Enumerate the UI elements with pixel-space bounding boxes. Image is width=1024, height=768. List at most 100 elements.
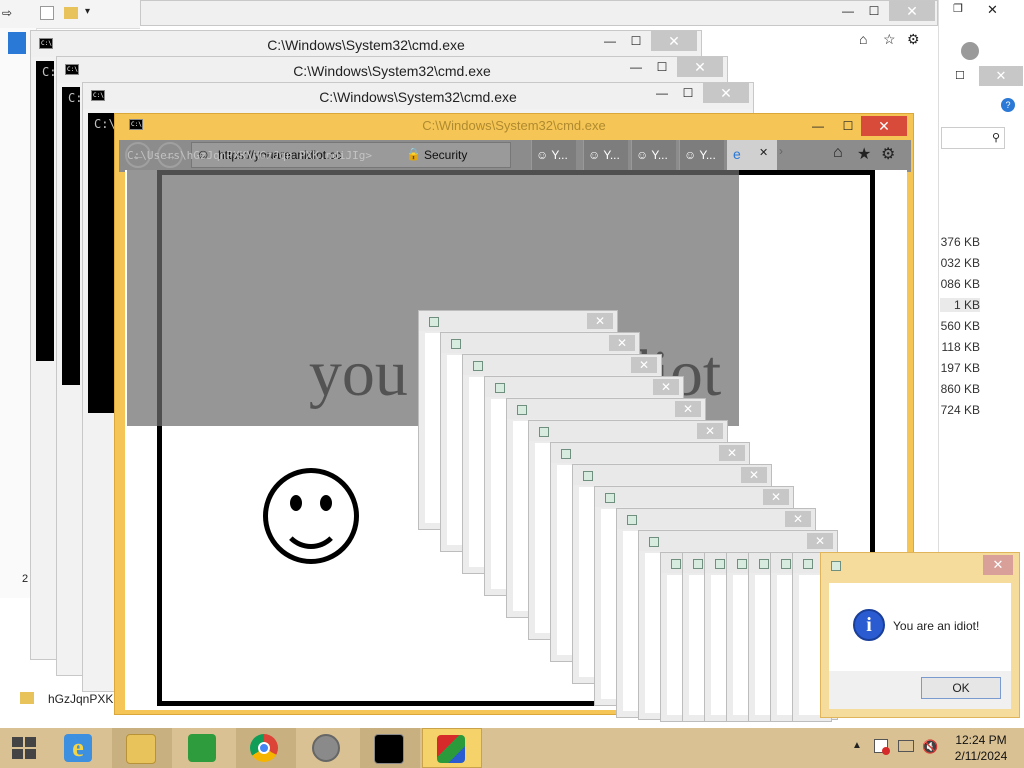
popup-titlebar: ✕ [617,509,815,529]
minimize-button[interactable]: — [805,116,831,136]
titlebar: C:\ C:\Windows\System32\cmd.exe — ☐ ✕ [83,83,753,109]
chevron-down-icon[interactable]: ▾ [85,6,90,17]
close-button[interactable]: ✕ [703,83,749,103]
chrome-center [258,742,270,754]
tab-favicon-icon: ☺ [588,148,601,162]
action-center-icon[interactable] [874,739,890,755]
close-button[interactable]: ✕ [675,401,701,417]
network-icon[interactable] [898,740,914,752]
app-icon [627,515,637,525]
close-button[interactable]: ✕ [677,57,723,77]
ie-tab-icon: e [733,146,741,162]
close-button[interactable]: ✕ [741,467,767,483]
cmd-console[interactable]: C:\ [62,87,90,385]
restore-button[interactable]: ❐ [953,2,963,15]
close-button[interactable]: ✕ [889,1,935,21]
folder-icon[interactable] [64,7,78,19]
properties-icon[interactable] [40,6,54,20]
home-icon[interactable]: ⌂ [833,144,843,162]
star-icon[interactable]: ★ [857,144,871,164]
star-icon[interactable]: ☆ [883,31,896,48]
cmd-console[interactable]: C:\ [36,61,64,361]
browser-tab[interactable]: ☺ Y... [531,140,576,170]
alert-badge [882,747,890,755]
active-tab[interactable]: e ✕ [727,140,777,170]
maximize-button[interactable]: ☐ [861,1,887,21]
taskbar-app[interactable] [422,728,482,768]
minimize-button[interactable]: — [649,83,675,103]
file-size: 197 KB [940,361,980,375]
popup-titlebar: ✕ [441,333,639,353]
app-icon [473,361,483,371]
info-icon: i [853,609,885,641]
tab-label: Y... [551,148,568,162]
app-icon [495,383,505,393]
chrome-icon [250,734,278,762]
gear-icon[interactable]: ⚙ [907,31,920,48]
taskbar-store[interactable] [174,728,234,768]
message-dialog[interactable]: ✕ i You are an idiot! OK [820,552,1020,718]
file-size: 1 KB [940,298,980,312]
app-icon [715,559,725,569]
close-button[interactable]: ✕ [807,533,833,549]
close-button[interactable]: ✕ [979,66,1023,86]
gear-icon[interactable]: ⚙ [881,144,895,164]
search-box[interactable]: ⚲ [941,127,1005,149]
taskbar-safari[interactable] [298,728,358,768]
tray-chevron-icon[interactable]: ▲ [852,740,862,751]
close-icon[interactable]: ✕ [759,146,768,159]
popup-titlebar: ✕ [595,487,793,507]
close-button[interactable]: ✕ [587,313,613,329]
user-icon[interactable] [961,42,979,60]
close-button[interactable]: ✕ [651,31,697,51]
tab-label: Y... [651,148,668,162]
clock-time[interactable]: 12:24 PM [948,733,1014,747]
close-button[interactable]: ✕ [987,2,998,18]
taskbar-cmd[interactable] [360,728,420,768]
help-icon[interactable]: ? [1001,98,1015,112]
maximize-button[interactable]: ☐ [649,57,675,77]
app-icon [693,559,703,569]
smiley-face-left [263,468,359,564]
file-size: 086 KB [940,277,980,291]
close-button[interactable]: ✕ [861,116,907,136]
explorer-toolbar: ⇨ ▾ [0,0,140,29]
security-label: Security [424,148,468,162]
pin-icon[interactable]: ⇨ [2,6,12,20]
app-icon [803,559,813,569]
browser-tab[interactable]: ☺ Y... [631,140,676,170]
browser-tab[interactable]: ☺ Y... [583,140,628,170]
tab-scroll-right[interactable]: › [779,144,793,166]
minimize-button[interactable]: — [623,57,649,77]
home-icon[interactable]: ⌂ [859,31,867,47]
minimize-button[interactable]: — [597,31,623,51]
start-button[interactable] [0,728,50,768]
close-button[interactable]: ✕ [609,335,635,351]
maximize-button[interactable]: ☐ [835,116,861,136]
close-button[interactable]: ✕ [763,489,789,505]
close-button[interactable]: ✕ [653,379,679,395]
minimize-button[interactable]: — [835,1,861,21]
close-button[interactable]: ✕ [983,555,1013,575]
popup-titlebar: ✕ [485,377,683,397]
close-button[interactable]: ✕ [785,511,811,527]
browser-tab[interactable]: ☺ Y... [679,140,724,170]
tab-label: Y... [699,148,716,162]
maximize-button[interactable]: ☐ [955,69,965,82]
maximize-button[interactable]: ☐ [675,83,701,103]
volume-muted-icon[interactable]: 🔇 [922,739,938,755]
clock-date[interactable]: 2/11/2024 [948,749,1014,763]
taskbar-explorer[interactable] [112,728,172,768]
taskbar-ie[interactable]: e [50,728,110,768]
close-button[interactable]: ✕ [719,445,745,461]
taskbar-chrome[interactable] [236,728,296,768]
popup-titlebar: ✕ [573,465,771,485]
close-button[interactable]: ✕ [697,423,723,439]
store-icon [188,734,216,762]
cmd-icon [374,734,404,764]
browser-titlebar: C:\ C:\Windows\System32\cmd.exe — ☐ ✕ [115,114,913,138]
close-button[interactable]: ✕ [631,357,657,373]
maximize-button[interactable]: ☐ [623,31,649,51]
ok-button[interactable]: OK [921,677,1001,699]
app-icon [583,471,593,481]
